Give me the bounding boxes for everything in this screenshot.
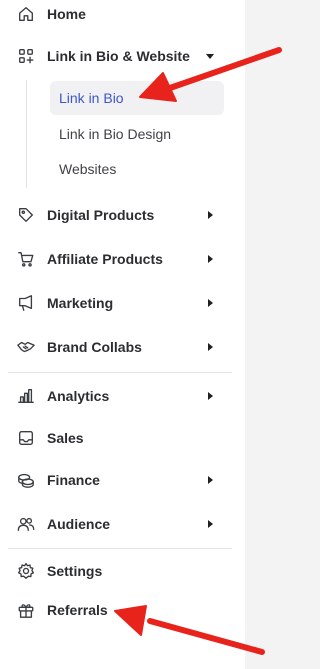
annotation-arrow-referrals [114, 605, 265, 655]
annotation-arrows [114, 47, 282, 655]
annotation-arrow-link-in-bio [139, 47, 282, 102]
